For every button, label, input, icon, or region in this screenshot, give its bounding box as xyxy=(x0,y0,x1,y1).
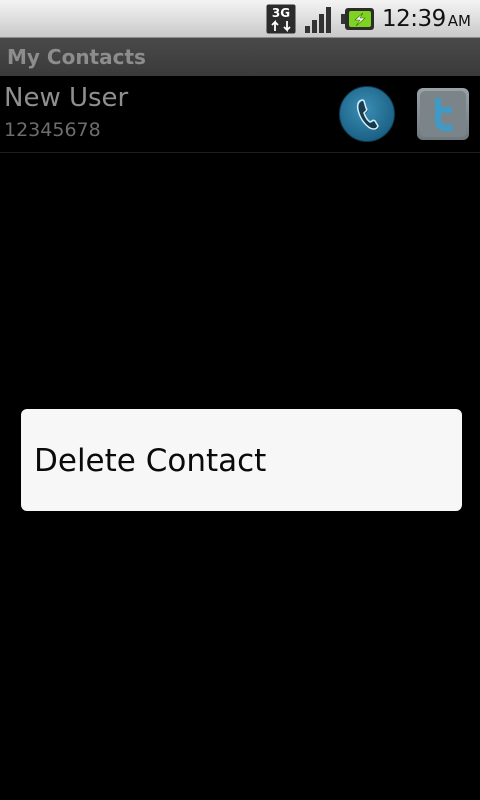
svg-text:3G: 3G xyxy=(272,6,290,20)
call-button[interactable] xyxy=(339,86,395,142)
twitter-icon xyxy=(420,91,466,137)
twitter-button[interactable] xyxy=(417,88,469,140)
status-clock: 12:39 AM xyxy=(382,5,471,33)
page-title: My Contacts xyxy=(7,45,146,69)
status-bar: 3G 12:39 AM xyxy=(0,0,480,38)
contact-name: New User xyxy=(4,83,129,113)
clock-ampm: AM xyxy=(447,12,471,30)
screen: 3G 12:39 AM My Contacts New User 12345678 xyxy=(0,0,480,800)
phone-icon xyxy=(356,99,379,131)
battery-charging-icon xyxy=(341,8,374,30)
3g-data-icon: 3G xyxy=(266,4,296,34)
menu-item-label: Delete Contact xyxy=(34,443,267,479)
context-menu: Delete Contact xyxy=(21,409,462,511)
contact-number: 12345678 xyxy=(4,119,101,141)
title-bar: My Contacts xyxy=(0,38,480,76)
signal-strength-icon xyxy=(305,7,331,33)
list-item[interactable]: New User 12345678 xyxy=(0,76,480,153)
clock-time: 12:39 xyxy=(382,6,446,32)
delete-contact-menu-item[interactable]: Delete Contact xyxy=(21,409,462,511)
